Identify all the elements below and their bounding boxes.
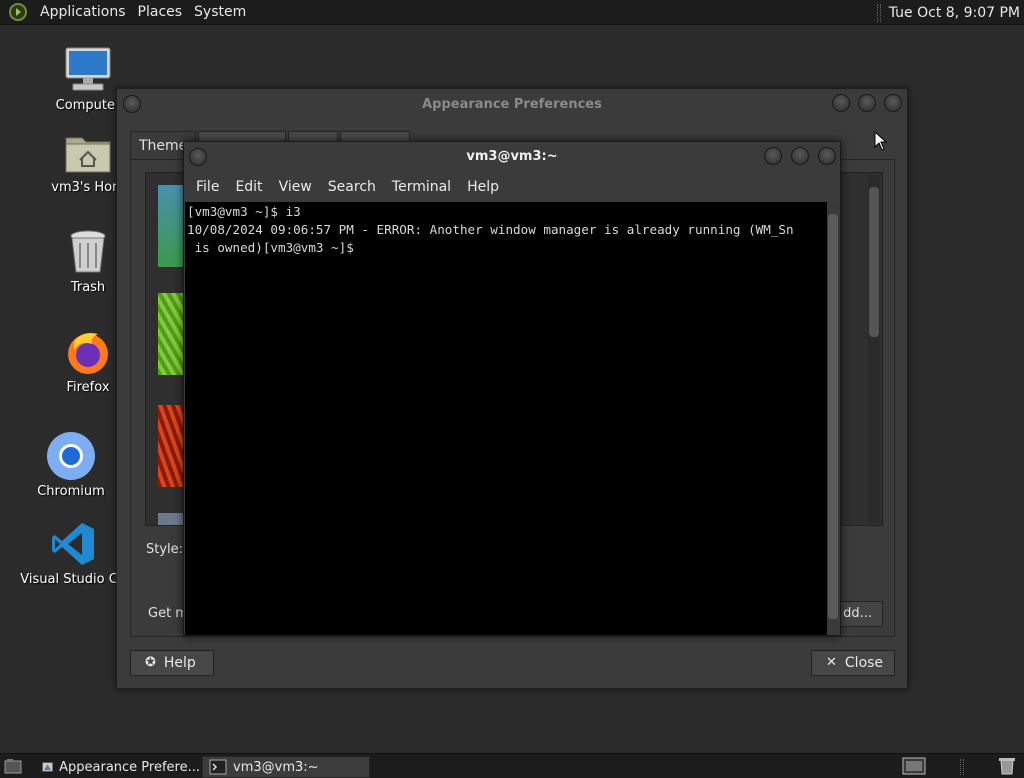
close-icon: ✕ — [826, 655, 837, 670]
distro-logo-icon — [9, 3, 27, 21]
theme-thumbnail[interactable] — [158, 513, 186, 525]
minimize-button[interactable] — [764, 147, 782, 165]
desktop-icon-label: Computer — [55, 98, 121, 113]
desktop-icon-label: vm3's Hom — [51, 180, 125, 195]
terminal-scrollbar[interactable] — [827, 202, 840, 635]
trash-applet-icon[interactable] — [996, 757, 1018, 775]
terminal-app-icon — [209, 759, 227, 775]
desktop-icon-vscode[interactable]: Visual Studio Co — [20, 518, 126, 587]
desktop-icon-label: Trash — [70, 280, 106, 295]
menu-file[interactable]: File — [188, 179, 227, 195]
taskbar-item-terminal[interactable]: vm3@vm3:~ — [202, 756, 370, 778]
theme-list-scrollbar[interactable] — [868, 175, 880, 523]
panel-separator — [876, 3, 881, 22]
firefox-icon — [62, 326, 114, 378]
window-title[interactable]: vm3@vm3:~ — [184, 142, 840, 172]
close-window-button[interactable] — [818, 147, 836, 165]
help-button-label: Help — [163, 655, 196, 671]
desktop-icon-label: Chromium — [37, 484, 105, 499]
style-label: Style: — [146, 542, 184, 557]
menu-help[interactable]: Help — [459, 179, 507, 195]
help-lifebuoy-icon: ✪ — [145, 655, 156, 670]
bottom-panel: Appearance Prefere... vm3@vm3:~ — [0, 753, 1024, 778]
desktop-icon-label: Visual Studio Co — [20, 572, 126, 587]
minimize-button[interactable] — [832, 94, 850, 112]
top-panel: Applications Places System Tue Oct 8, 9:… — [0, 0, 1024, 25]
workspace-switcher-icon[interactable] — [902, 757, 926, 775]
terminal-menubar: File Edit View Search Terminal Help — [184, 174, 840, 200]
panel-separator — [960, 759, 964, 775]
terminal-screen[interactable]: [vm3@vm3 ~]$ i3 10/08/2024 09:06:57 PM -… — [185, 202, 827, 635]
taskbar-item-label: vm3@vm3:~ — [233, 759, 319, 775]
window-menu-button[interactable] — [123, 95, 141, 113]
mouse-cursor-icon — [874, 131, 888, 151]
scrollbar-thumb[interactable] — [869, 187, 879, 337]
terminal-line: is owned)[vm3@vm3 ~]$ — [187, 240, 362, 255]
menu-search[interactable]: Search — [320, 179, 384, 195]
trash-icon — [62, 226, 114, 278]
computer-icon — [62, 44, 114, 96]
close-button[interactable]: ✕ Close — [811, 650, 895, 676]
desktop-icon-chromium[interactable]: Chromium — [21, 430, 121, 499]
close-button-label: Close — [844, 655, 884, 671]
panel-menubar: Applications Places System — [0, 0, 252, 25]
terminal-line: [vm3@vm3 ~]$ i3 — [187, 204, 301, 219]
clock[interactable]: Tue Oct 8, 9:07 PM — [889, 5, 1020, 21]
menu-view[interactable]: View — [271, 179, 320, 195]
places-menu[interactable]: Places — [132, 4, 189, 20]
menu-edit[interactable]: Edit — [227, 179, 270, 195]
desktop-icon-label: Firefox — [66, 380, 110, 395]
vscode-icon — [47, 518, 99, 570]
window-title[interactable]: Appearance Preferences — [117, 89, 907, 121]
show-desktop-icon[interactable] — [4, 758, 22, 774]
theme-thumbnail[interactable] — [158, 185, 186, 267]
system-menu[interactable]: System — [188, 4, 252, 20]
applications-menu[interactable]: Applications — [34, 4, 132, 20]
maximize-button[interactable] — [858, 94, 876, 112]
theme-thumbnail[interactable] — [158, 293, 186, 375]
get-more-label: Get m — [148, 606, 188, 621]
help-button[interactable]: ✪ Help — [130, 650, 214, 676]
terminal-window[interactable]: vm3@vm3:~ File Edit View Search Terminal… — [183, 141, 841, 636]
menu-terminal[interactable]: Terminal — [384, 179, 459, 195]
scrollbar-thumb[interactable] — [828, 214, 838, 619]
chromium-icon — [45, 430, 97, 482]
home-folder-icon — [62, 126, 114, 178]
terminal-line: 10/08/2024 09:06:57 PM - ERROR: Another … — [187, 222, 794, 237]
close-window-button[interactable] — [884, 94, 902, 112]
panel-right-area: Tue Oct 8, 9:07 PM — [876, 0, 1024, 25]
window-menu-button[interactable] — [189, 148, 207, 166]
theme-thumbnail[interactable] — [158, 405, 186, 487]
appearance-app-icon — [42, 762, 53, 772]
maximize-button[interactable] — [791, 147, 809, 165]
taskbar-item-appearance[interactable]: Appearance Prefere... — [36, 756, 200, 778]
taskbar-item-label: Appearance Prefere... — [59, 759, 200, 775]
